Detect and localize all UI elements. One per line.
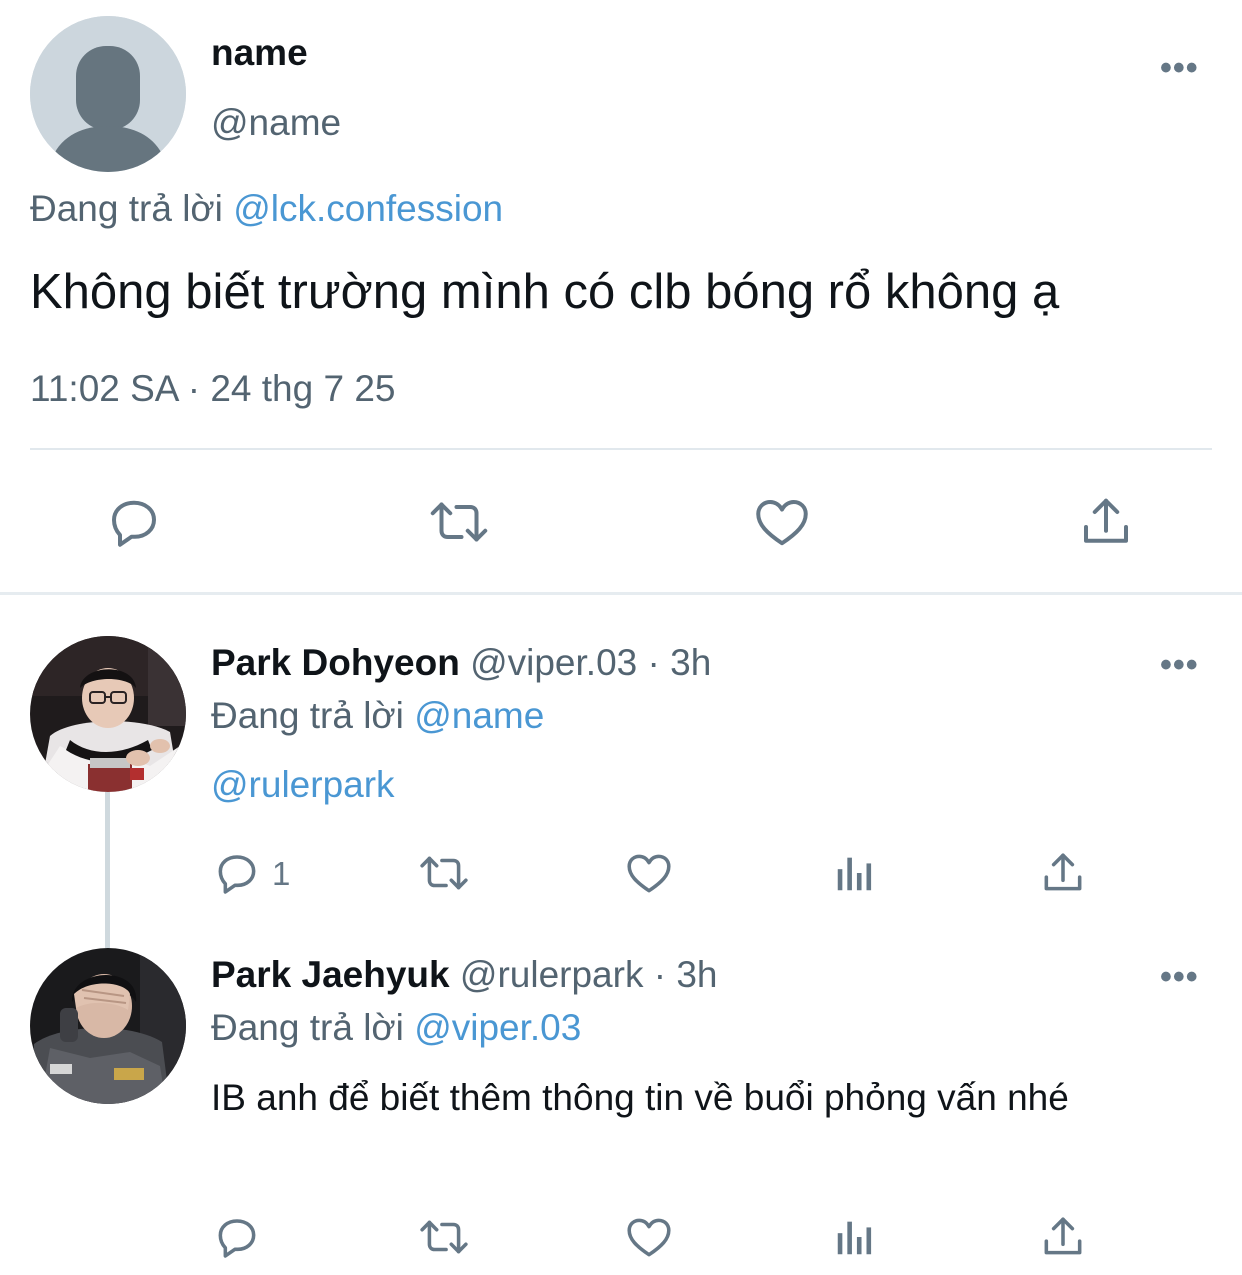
reply-display-name[interactable]: Park Jaehyuk (211, 954, 450, 995)
more-options-icon[interactable]: ••• (1160, 51, 1199, 85)
more-options-icon[interactable]: ••• (1160, 648, 1199, 682)
retweet-icon[interactable] (426, 492, 492, 552)
more-options-icon[interactable]: ••• (1160, 960, 1199, 994)
reply-icon[interactable] (212, 1212, 262, 1262)
replying-to: Đang trả lời @name (211, 693, 544, 739)
replying-to-link[interactable]: @name (414, 695, 544, 736)
avatar-park-dohyeon[interactable] (30, 636, 186, 792)
retweet-icon[interactable] (416, 848, 472, 898)
reply-count: 1 (272, 855, 291, 892)
tweet-text: Không biết trường mình có clb bóng rổ kh… (30, 265, 1060, 319)
replying-to: Đang trả lời @viper.03 (211, 1005, 581, 1051)
reply-time[interactable]: · 3h (648, 642, 712, 683)
avatar-default[interactable] (30, 16, 186, 172)
main-display-name[interactable]: name (211, 30, 308, 76)
like-icon[interactable] (624, 848, 674, 898)
share-icon[interactable] (1038, 848, 1088, 898)
retweet-icon[interactable] (416, 1212, 472, 1262)
analytics-icon[interactable] (832, 850, 878, 896)
default-user-icon (30, 16, 186, 172)
reply-text-mention[interactable]: @rulerpark (211, 762, 395, 808)
share-icon[interactable] (1038, 1212, 1088, 1262)
section-divider (0, 592, 1242, 595)
replying-prefix: Đang trả lời (30, 188, 223, 229)
replying-to: Đang trả lời @lck.confession (30, 186, 503, 232)
replying-prefix: Đang trả lời (211, 1007, 404, 1048)
replying-to-link[interactable]: @lck.confession (233, 188, 503, 229)
reply-header: Park Dohyeon @viper.03 · 3h (211, 640, 711, 686)
thread-line (105, 792, 110, 948)
share-icon[interactable] (1076, 492, 1136, 552)
replying-prefix: Đang trả lời (211, 695, 404, 736)
reply-time[interactable]: · 3h (654, 954, 718, 995)
reply-text: IB anh để biết thêm thông tin về buổi ph… (211, 1077, 1069, 1118)
main-handle[interactable]: @name (211, 100, 341, 146)
avatar-park-jaehyuk[interactable] (30, 948, 186, 1104)
divider (30, 448, 1212, 450)
reply-header: Park Jaehyuk @rulerpark · 3h (211, 952, 718, 998)
analytics-icon[interactable] (832, 1214, 878, 1260)
like-icon[interactable] (752, 492, 812, 552)
tweet-timestamp[interactable]: 11:02 SA · 24 thg 7 25 (30, 366, 395, 412)
reply-icon[interactable] (212, 848, 262, 898)
like-icon[interactable] (624, 1212, 674, 1262)
reply-icon[interactable] (104, 492, 164, 552)
replying-to-link[interactable]: @viper.03 (414, 1007, 581, 1048)
reply-handle[interactable]: @rulerpark (460, 954, 644, 995)
reply-display-name[interactable]: Park Dohyeon (211, 642, 460, 683)
reply-handle[interactable]: @viper.03 (470, 642, 637, 683)
